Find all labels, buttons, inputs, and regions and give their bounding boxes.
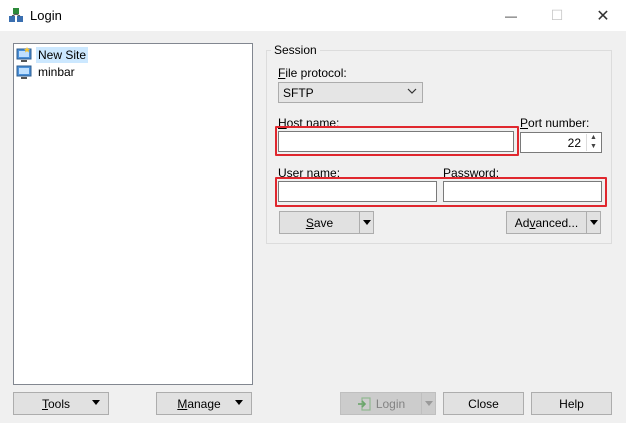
- login-button[interactable]: Login: [340, 392, 436, 415]
- site-item-label: minbar: [38, 64, 75, 79]
- file-protocol-label: File protocol:: [278, 66, 347, 80]
- login-icon: [357, 396, 371, 411]
- maximize-button[interactable]: ☐: [534, 0, 580, 31]
- minimize-button[interactable]: —: [488, 0, 534, 31]
- port-number-label: Port number:: [520, 116, 590, 130]
- help-button[interactable]: Help: [531, 392, 612, 415]
- login-dropdown-arrow[interactable]: [421, 393, 435, 414]
- save-label: Save: [305, 215, 334, 230]
- computer-icon: [16, 65, 32, 79]
- advanced-dropdown-arrow[interactable]: [586, 212, 600, 233]
- chevron-down-icon: [92, 398, 100, 408]
- advanced-button[interactable]: Advanced...: [506, 211, 601, 234]
- file-protocol-select[interactable]: SFTP: [278, 82, 423, 103]
- close-button[interactable]: Close: [443, 392, 524, 415]
- site-item-minbar[interactable]: minbar: [16, 63, 77, 80]
- site-item-new-site[interactable]: New Site: [16, 46, 89, 63]
- port-number-input[interactable]: 22 ▲ ▼: [520, 132, 602, 153]
- minimize-icon: —: [505, 8, 517, 23]
- spin-up-icon[interactable]: ▲: [587, 134, 600, 143]
- tools-button[interactable]: Tools: [13, 392, 109, 415]
- close-icon: ✕: [596, 7, 610, 25]
- close-window-button[interactable]: ✕: [580, 0, 626, 31]
- port-number-value: 22: [567, 136, 581, 150]
- winscp-app-icon: [9, 8, 23, 22]
- title-bar: Login — ☐ ✕: [0, 0, 626, 31]
- login-label: Login: [341, 397, 421, 411]
- chevron-down-icon: [407, 86, 417, 99]
- save-button[interactable]: Save: [279, 211, 374, 234]
- new-site-icon: [16, 46, 32, 62]
- manage-button[interactable]: Manage: [156, 392, 252, 415]
- spin-down-icon[interactable]: ▼: [587, 143, 600, 152]
- host-name-input[interactable]: [278, 131, 514, 152]
- advanced-label: Advanced...: [514, 215, 579, 230]
- site-tree[interactable]: New Site minbar: [13, 43, 253, 385]
- session-group-title: Session: [271, 43, 320, 57]
- maximize-icon: ☐: [550, 7, 564, 23]
- port-spinner[interactable]: ▲ ▼: [586, 134, 600, 151]
- chevron-down-icon: [235, 398, 243, 408]
- user-name-input[interactable]: [278, 181, 437, 202]
- password-input[interactable]: [443, 181, 602, 202]
- file-protocol-value: SFTP: [283, 85, 314, 100]
- save-dropdown-arrow[interactable]: [359, 212, 373, 233]
- site-item-label: New Site: [36, 46, 89, 63]
- window-title: Login: [30, 8, 62, 23]
